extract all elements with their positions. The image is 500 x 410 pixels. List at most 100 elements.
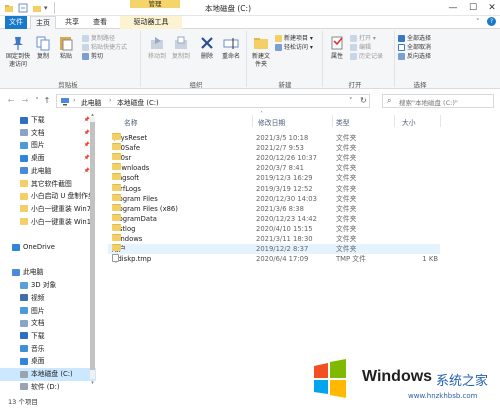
file-type: TMP 文件	[336, 255, 366, 264]
edit-icon	[350, 44, 357, 51]
column-divider[interactable]	[252, 115, 253, 127]
paste-shortcut-button[interactable]: 粘贴快捷方式	[82, 43, 127, 52]
nav-item[interactable]: 3D 对象	[0, 279, 96, 292]
easy-access-button[interactable]: 轻松访问 ▾	[275, 43, 313, 52]
navigation-scrollbar-thumb[interactable]	[90, 122, 95, 370]
nav-item[interactable]: 文档	[0, 317, 96, 330]
computer-icon	[12, 268, 20, 276]
file-row[interactable]: kingsoft 2019/12/3 16:29 文件夹	[108, 173, 440, 183]
recent-locations-button[interactable]: ˅	[32, 96, 42, 106]
column-divider[interactable]	[332, 115, 333, 127]
app-icon[interactable]	[4, 3, 14, 13]
new-folder-quick-icon[interactable]	[32, 3, 42, 13]
nav-item[interactable]: 小白一键重装 Win7	[0, 203, 96, 216]
scroll-up-icon[interactable]: ▴	[90, 112, 95, 118]
file-name-cell: ProgramData	[112, 213, 157, 224]
close-button[interactable]: ✕	[485, 2, 499, 14]
nav-item[interactable]: 本地磁盘 (C:)	[0, 368, 96, 381]
pin-quick-access-button[interactable]: 固定到快速访问	[5, 35, 31, 69]
edit-button[interactable]: 编辑	[350, 43, 383, 52]
copy-path-button[interactable]: 复制路径	[82, 34, 127, 43]
tab-view[interactable]: 查看	[88, 16, 112, 29]
select-none-button[interactable]: 全部取消	[398, 43, 431, 52]
file-date: 2021/3/5 10:18	[256, 134, 309, 142]
file-size: 1 KB	[422, 255, 438, 264]
column-type-header[interactable]: 类型	[336, 117, 350, 127]
quick-access-dropdown-icon[interactable]: ▾	[44, 3, 54, 13]
nav-item[interactable]: 小白一键重装 Win10	[0, 216, 96, 229]
up-button[interactable]: ↑	[42, 96, 52, 106]
nav-item-label: 文档	[31, 128, 45, 137]
cut-button[interactable]: 剪切	[82, 52, 127, 61]
nav-item[interactable]: 小白启动 U 盘制作步	[0, 190, 96, 203]
select-all-button[interactable]: 全部选择	[398, 34, 431, 43]
column-name-header[interactable]: 名称	[124, 117, 138, 127]
nav-item-label: 小白启动 U 盘制作步	[31, 192, 95, 201]
copy-icon	[35, 35, 51, 51]
history-label: 历史记录	[359, 53, 384, 60]
refresh-icon[interactable]: ↻	[360, 96, 367, 105]
file-row[interactable]: ProgramData 2020/12/23 14:42 文件夹	[108, 213, 440, 224]
tab-home[interactable]: 主页	[30, 16, 56, 29]
file-row[interactable]: Windows 2021/3/11 18:30 文件夹	[108, 234, 440, 244]
nav-item[interactable]: 音乐	[0, 343, 96, 356]
nav-item[interactable]: 此电脑 📌	[0, 165, 96, 178]
nav-item[interactable]: 其它软件截图	[0, 178, 96, 191]
help-icon[interactable]: ?	[487, 17, 496, 26]
file-row[interactable]: Program Files (x86) 2021/3/6 8:38 文件夹	[108, 203, 440, 214]
file-row[interactable]: zjdiskp.tmp 2020/6/4 17:09 TMP 文件 1 KB	[108, 254, 440, 264]
nav-item[interactable]: 下载	[0, 330, 96, 343]
new-folder-button[interactable]: 新建文件夹	[248, 35, 274, 69]
properties-button[interactable]: 属性	[324, 35, 350, 61]
tab-drive-tools[interactable]: 驱动器工具	[120, 16, 182, 29]
forward-button[interactable]: →	[20, 96, 30, 106]
nav-item[interactable]: 文档 📌	[0, 127, 96, 140]
nav-item[interactable]: OneDrive	[0, 241, 96, 254]
ribbon-expand-icon[interactable]: ˅	[476, 18, 480, 26]
address-bar[interactable]: › 此电脑 › 本地磁盘 (C:) ˅ ↻	[56, 94, 370, 108]
search-box[interactable]: ⌕ 搜索"本地磁盘 (C:)"	[382, 94, 494, 108]
column-divider[interactable]	[394, 115, 395, 127]
breadcrumb-drive-c[interactable]: 本地磁盘 (C:)	[117, 97, 159, 107]
nav-item[interactable]: 图片 📌	[0, 139, 96, 152]
file-row[interactable]: 360sr 2020/12/26 10:37 文件夹	[108, 153, 440, 163]
nav-item[interactable]: 下载 📌	[0, 114, 96, 127]
nav-item[interactable]: 此电脑	[0, 266, 96, 279]
minimize-button[interactable]: —	[446, 2, 460, 14]
file-row[interactable]: 用户 2019/12/2 8:37 文件夹	[108, 244, 440, 255]
column-date-header[interactable]: 修改日期	[258, 117, 285, 127]
invert-selection-button[interactable]: 反向选择	[398, 52, 431, 61]
history-button[interactable]: 历史记录	[350, 52, 383, 61]
column-size-header[interactable]: 大小	[402, 117, 416, 127]
save-icon[interactable]	[18, 3, 28, 13]
breadcrumb-this-pc[interactable]: 此电脑	[81, 97, 101, 107]
tab-share[interactable]: 共享	[60, 16, 84, 29]
nav-item[interactable]: 视频	[0, 292, 96, 305]
column-divider[interactable]	[440, 115, 441, 127]
rename-button[interactable]: 重命名	[218, 35, 244, 61]
maximize-button[interactable]: ☐	[466, 2, 480, 14]
nav-item-label: 音乐	[31, 344, 45, 353]
file-row[interactable]: testlog 2020/4/10 15:15 文件夹	[108, 223, 440, 234]
file-row[interactable]: $SysReset 2021/3/5 10:18 文件夹	[108, 133, 440, 143]
scroll-down-icon[interactable]: ▾	[90, 380, 95, 386]
paste-button[interactable]: 粘贴	[56, 35, 76, 61]
address-dropdown-icon[interactable]: ˅	[349, 97, 353, 105]
copy-button[interactable]: 复制	[33, 35, 53, 61]
file-row[interactable]: Downloads 2020/3/7 8:41 文件夹	[108, 163, 440, 173]
open-button[interactable]: 打开 ▾	[350, 34, 383, 43]
nav-item[interactable]: 桌面 📌	[0, 152, 96, 165]
file-row[interactable]: 360Safe 2021/2/7 9:53 文件夹	[108, 143, 440, 153]
nav-item[interactable]: 桌面	[0, 355, 96, 368]
tab-file[interactable]: 文件	[5, 16, 27, 29]
nav-item[interactable]: 图片	[0, 305, 96, 318]
file-row[interactable]: PerfLogs 2019/3/19 12:52 文件夹	[108, 183, 440, 194]
back-button[interactable]: ←	[6, 96, 16, 106]
move-to-button[interactable]: 移动到	[144, 35, 170, 61]
file-name: Program Files (x86)	[112, 204, 178, 213]
file-row[interactable]: Program Files 2020/12/30 14:03 文件夹	[108, 193, 440, 204]
copy-to-button[interactable]: 复制到	[168, 35, 194, 61]
context-tab-manage[interactable]: 管理	[130, 0, 180, 8]
new-item-button[interactable]: 新建项目 ▾	[275, 34, 313, 43]
delete-button[interactable]: 删除	[194, 35, 220, 61]
